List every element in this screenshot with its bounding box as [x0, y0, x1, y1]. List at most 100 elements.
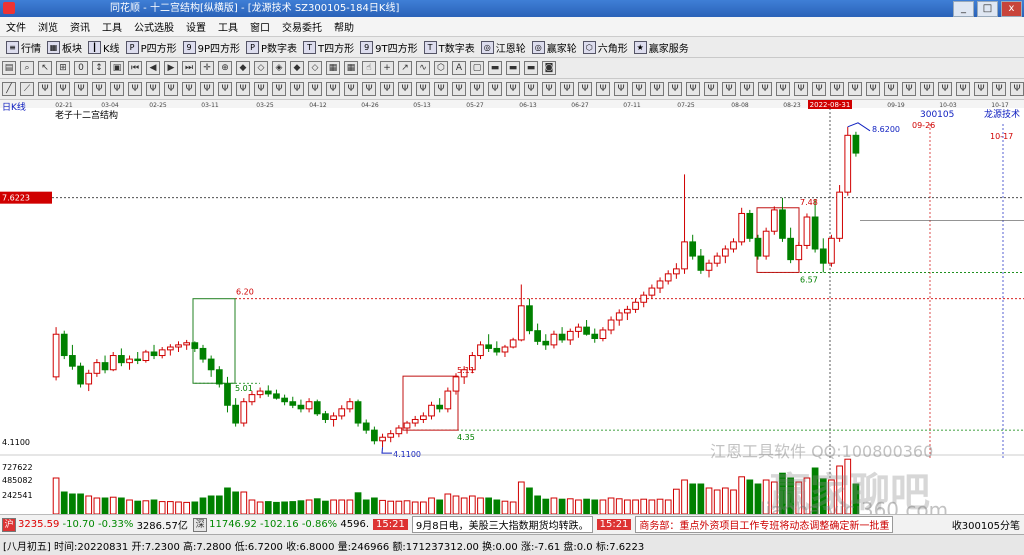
fork3-icon[interactable]: Ψ — [74, 82, 88, 96]
toolbar-hexagon-button[interactable]: ⬡ 六角形 — [582, 40, 628, 55]
fork28-icon[interactable]: Ψ — [524, 82, 538, 96]
cursor-icon[interactable]: ↖ — [38, 61, 52, 75]
grid2-icon[interactable]: ▦ — [344, 61, 358, 75]
fork18-icon[interactable]: Ψ — [344, 82, 358, 96]
car-icon[interactable]: ◙ — [542, 61, 556, 75]
fork43-icon[interactable]: Ψ — [794, 82, 808, 96]
toolbar-t-table-button[interactable]: T T数字表 — [423, 40, 475, 55]
fork29-icon[interactable]: Ψ — [542, 82, 556, 96]
fork49-icon[interactable]: Ψ — [902, 82, 916, 96]
first-icon[interactable]: ⏮ — [128, 61, 142, 75]
ray-icon[interactable]: ⟋ — [20, 82, 34, 96]
plus-icon[interactable]: + — [380, 61, 394, 75]
fork52-icon[interactable]: Ψ — [956, 82, 970, 96]
fork30-icon[interactable]: Ψ — [560, 82, 574, 96]
fork51-icon[interactable]: Ψ — [938, 82, 952, 96]
hexa-icon[interactable]: ⬡ — [434, 61, 448, 75]
save-icon[interactable]: ▬ — [488, 61, 502, 75]
menu-file[interactable]: 文件 — [0, 19, 32, 34]
menu-settings[interactable]: 设置 — [180, 19, 212, 34]
toolbar-wheel-button[interactable]: ◎ 江恩轮 — [480, 40, 526, 55]
fork7-icon[interactable]: Ψ — [146, 82, 160, 96]
fork4-icon[interactable]: Ψ — [92, 82, 106, 96]
fork37-icon[interactable]: Ψ — [686, 82, 700, 96]
menu-window[interactable]: 窗口 — [244, 19, 276, 34]
box-icon[interactable]: ▢ — [470, 61, 484, 75]
fork24-icon[interactable]: Ψ — [452, 82, 466, 96]
fork14-icon[interactable]: Ψ — [272, 82, 286, 96]
step-icon[interactable]: ⊞ — [56, 61, 70, 75]
save2-icon[interactable]: ▬ — [506, 61, 520, 75]
toolbar-quotes-button[interactable]: ≡ 行情 — [6, 40, 41, 55]
grid-icon[interactable]: ▦ — [326, 61, 340, 75]
close-button[interactable]: x — [1001, 1, 1022, 17]
diamond3-icon[interactable]: ◈ — [272, 61, 286, 75]
next-icon[interactable]: ▶ — [164, 61, 178, 75]
fork44-icon[interactable]: Ψ — [812, 82, 826, 96]
fork48-icon[interactable]: Ψ — [884, 82, 898, 96]
wave-icon[interactable]: ∿ — [416, 61, 430, 75]
toolbar-p-square-button[interactable]: P P四方形 — [125, 40, 177, 55]
news-ticker-1[interactable]: 9月8日电，美股三大指数期货均转跌。 — [411, 516, 593, 533]
menu-formula[interactable]: 公式选股 — [128, 19, 180, 34]
menu-trade[interactable]: 交易委托 — [276, 19, 328, 34]
toolbar-t-square-button[interactable]: T T四方形 — [303, 40, 354, 55]
last-icon[interactable]: ⏭ — [182, 61, 196, 75]
maximize-button[interactable]: □ — [977, 1, 998, 17]
frame-icon[interactable]: ▤ — [2, 61, 16, 75]
text-icon[interactable]: A — [452, 61, 466, 75]
fork2-icon[interactable]: Ψ — [56, 82, 70, 96]
layer-icon[interactable]: ▣ — [110, 61, 124, 75]
fork23-icon[interactable]: Ψ — [434, 82, 448, 96]
fork45-icon[interactable]: Ψ — [830, 82, 844, 96]
fork13-icon[interactable]: Ψ — [254, 82, 268, 96]
fork22-icon[interactable]: Ψ — [416, 82, 430, 96]
toolbar-board-button[interactable]: ▦ 板块 — [47, 40, 82, 55]
cross-icon[interactable]: ✛ — [200, 61, 214, 75]
prev-icon[interactable]: ◀ — [146, 61, 160, 75]
diamond4-icon[interactable]: ◆ — [290, 61, 304, 75]
fork39-icon[interactable]: Ψ — [722, 82, 736, 96]
diamond-icon[interactable]: ◆ — [236, 61, 250, 75]
fork5-icon[interactable]: Ψ — [110, 82, 124, 96]
fork38-icon[interactable]: Ψ — [704, 82, 718, 96]
fork12-icon[interactable]: Ψ — [236, 82, 250, 96]
fork46-icon[interactable]: Ψ — [848, 82, 862, 96]
news-ticker-2[interactable]: 商务部：重点外资项目工作专班将动态调整确定新一批重 — [635, 516, 894, 533]
fork31-icon[interactable]: Ψ — [578, 82, 592, 96]
save3-icon[interactable]: ▬ — [524, 61, 538, 75]
fork47-icon[interactable]: Ψ — [866, 82, 880, 96]
menu-tools-b[interactable]: 工具 — [212, 19, 244, 34]
fork11-icon[interactable]: Ψ — [218, 82, 232, 96]
fork16-icon[interactable]: Ψ — [308, 82, 322, 96]
fork-icon[interactable]: Ψ — [38, 82, 52, 96]
toolbar-9t-square-button[interactable]: 9 9T四方形 — [360, 40, 418, 55]
diamond2-icon[interactable]: ◇ — [254, 61, 268, 75]
toolbar-p-table-button[interactable]: P P数字表 — [246, 40, 297, 55]
fork21-icon[interactable]: Ψ — [398, 82, 412, 96]
fork6-icon[interactable]: Ψ — [128, 82, 142, 96]
menu-help[interactable]: 帮助 — [328, 19, 360, 34]
fork55-icon[interactable]: Ψ — [1010, 82, 1024, 96]
toolbar-kline-button[interactable]: ┃ K线 — [88, 40, 120, 55]
menu-info[interactable]: 资讯 — [64, 19, 96, 34]
fork17-icon[interactable]: Ψ — [326, 82, 340, 96]
fork15-icon[interactable]: Ψ — [290, 82, 304, 96]
toolbar-9p-square-button[interactable]: 9 9P四方形 — [182, 40, 240, 55]
fork19-icon[interactable]: Ψ — [362, 82, 376, 96]
fork8-icon[interactable]: Ψ — [164, 82, 178, 96]
minimize-button[interactable]: _ — [953, 1, 974, 17]
fork25-icon[interactable]: Ψ — [470, 82, 484, 96]
fork33-icon[interactable]: Ψ — [614, 82, 628, 96]
menu-tools-a[interactable]: 工具 — [96, 19, 128, 34]
fork50-icon[interactable]: Ψ — [920, 82, 934, 96]
fork20-icon[interactable]: Ψ — [380, 82, 394, 96]
fork27-icon[interactable]: Ψ — [506, 82, 520, 96]
arrow-icon[interactable]: ↗ — [398, 61, 412, 75]
toolbar-yingjia-button[interactable]: ◎ 赢家轮 — [531, 40, 577, 55]
line-icon[interactable]: ╱ — [2, 82, 16, 96]
zero-icon[interactable]: 0 — [74, 61, 88, 75]
fork26-icon[interactable]: Ψ — [488, 82, 502, 96]
tick-detail-label[interactable]: 收300105分笔 — [952, 517, 1020, 532]
zoom-icon[interactable]: ⌕ — [20, 61, 34, 75]
